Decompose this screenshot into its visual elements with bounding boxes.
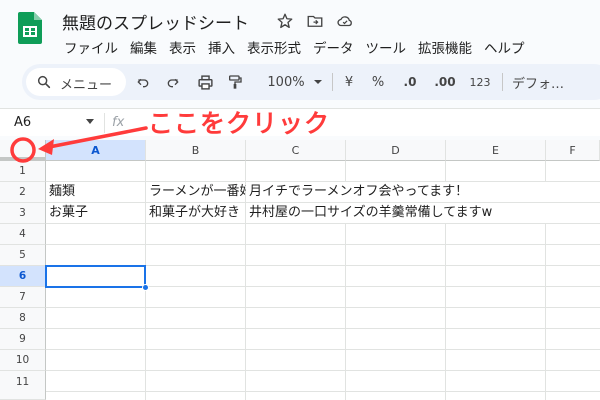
row-header-2[interactable]: 2 — [0, 182, 46, 203]
column-header-f[interactable]: F — [546, 140, 600, 161]
toolbar: メニュー 100% ¥ % .0 .00 123 デフォ… — [22, 64, 600, 100]
move-folder-icon[interactable] — [306, 12, 324, 30]
row-header-11[interactable]: 11 — [0, 371, 46, 400]
zoom-select[interactable]: 100% — [258, 72, 314, 92]
menu-tools[interactable]: ツール — [360, 37, 413, 57]
fx-icon: fx — [112, 115, 125, 130]
row-header-5[interactable]: 5 — [0, 245, 46, 266]
spreadsheet-grid[interactable]: A B C D E F 1 2 3 4 5 6 7 8 9 10 11 麺類 ラ… — [0, 140, 600, 400]
paint-format-icon — [229, 75, 242, 89]
document-title[interactable]: 無題のスプレッドシート — [62, 9, 249, 34]
decrease-decimal-button[interactable]: .0 — [400, 72, 420, 92]
toolbar-divider — [332, 73, 333, 91]
currency-label: ¥ — [344, 74, 354, 90]
annotation-label: ここをクリック — [148, 109, 331, 138]
font-label: デフォ… — [512, 76, 565, 92]
number-format-label: 123 — [469, 75, 491, 89]
gridline — [46, 349, 600, 350]
sheets-logo-icon[interactable] — [18, 12, 42, 44]
gridline — [46, 223, 600, 224]
gridline — [46, 328, 600, 329]
row-header-6[interactable]: 6 — [0, 266, 46, 287]
cloud-status-icon[interactable] — [336, 12, 354, 30]
cell-b2[interactable]: ラーメンが一番好き — [146, 182, 246, 202]
row-header-8[interactable]: 8 — [0, 308, 46, 329]
cell-a3[interactable]: お菓子 — [46, 203, 146, 223]
column-header-d[interactable]: D — [346, 140, 446, 161]
toolbar-divider — [502, 73, 503, 91]
font-select[interactable]: デフォ… — [512, 72, 592, 92]
paint-format-button[interactable] — [224, 72, 246, 92]
menu-view[interactable]: 表示 — [163, 37, 202, 57]
redo-icon — [167, 78, 179, 88]
print-button[interactable] — [194, 72, 216, 92]
selected-cell-a6[interactable] — [45, 265, 146, 288]
menu-file[interactable]: ファイル — [58, 37, 124, 57]
number-format-button[interactable]: 123 — [466, 72, 494, 92]
cell-b3[interactable]: 和菓子が大好き — [146, 203, 246, 223]
row-header-9[interactable]: 9 — [0, 329, 46, 350]
row-header-7[interactable]: 7 — [0, 287, 46, 308]
decrease-decimal-label: .0 — [403, 75, 417, 89]
row-header-4[interactable]: 4 — [0, 224, 46, 245]
menu-data[interactable]: データ — [307, 37, 360, 57]
print-icon — [197, 74, 213, 90]
gridline — [46, 307, 600, 308]
star-icon[interactable] — [276, 12, 294, 30]
increase-decimal-button[interactable]: .00 — [432, 72, 458, 92]
column-header-a[interactable]: A — [46, 140, 146, 161]
select-all-corner[interactable] — [0, 140, 46, 161]
row-header-10[interactable]: 10 — [0, 350, 46, 371]
search-icon — [37, 75, 51, 89]
undo-button[interactable] — [132, 72, 154, 92]
menu-bar: ファイル 編集 表示 挿入 表示形式 データ ツール 拡張機能 ヘルプ — [58, 37, 531, 57]
cell-c3[interactable]: 井村屋の一口サイズの羊羹常備してますw — [246, 203, 546, 223]
increase-decimal-label: .00 — [434, 75, 456, 89]
column-header-b[interactable]: B — [146, 140, 246, 161]
title-actions — [276, 12, 354, 30]
undo-icon — [137, 78, 149, 88]
title-bar: 無題のスプレッドシート ファイル 編集 表示 挿入 表示形式 データ ツール 拡… — [0, 0, 600, 64]
gridline — [46, 244, 600, 245]
column-header-c[interactable]: C — [246, 140, 346, 161]
menu-help[interactable]: ヘルプ — [478, 37, 531, 57]
percent-button[interactable]: % — [370, 72, 386, 92]
row-header-1[interactable]: 1 — [0, 161, 46, 182]
formula-divider — [104, 113, 105, 133]
menu-extensions[interactable]: 拡張機能 — [412, 37, 478, 57]
gridline — [46, 370, 600, 371]
gridline — [46, 391, 600, 392]
menu-format[interactable]: 表示形式 — [241, 37, 307, 57]
zoom-value: 100% — [267, 74, 305, 90]
fill-handle[interactable] — [142, 284, 149, 291]
menu-insert[interactable]: 挿入 — [202, 37, 241, 57]
currency-button[interactable]: ¥ — [342, 72, 356, 92]
percent-label: % — [371, 74, 385, 90]
menu-search-label: メニュー — [60, 78, 113, 93]
row-header-3[interactable]: 3 — [0, 203, 46, 224]
cell-a2[interactable]: 麺類 — [46, 182, 146, 202]
menu-edit[interactable]: 編集 — [124, 37, 163, 57]
redo-button[interactable] — [162, 72, 184, 92]
name-box-dropdown-icon[interactable] — [86, 119, 94, 124]
sheets-window: 無題のスプレッドシート ファイル 編集 表示 挿入 表示形式 データ ツール 拡… — [0, 0, 600, 400]
cell-c2[interactable]: 月イチでラーメンオフ会やってます！ — [246, 182, 546, 202]
zoom-dropdown-icon[interactable] — [312, 72, 324, 92]
menu-search-box[interactable]: メニュー — [26, 68, 126, 96]
column-header-e[interactable]: E — [446, 140, 546, 161]
name-box[interactable]: A6 — [14, 115, 31, 130]
